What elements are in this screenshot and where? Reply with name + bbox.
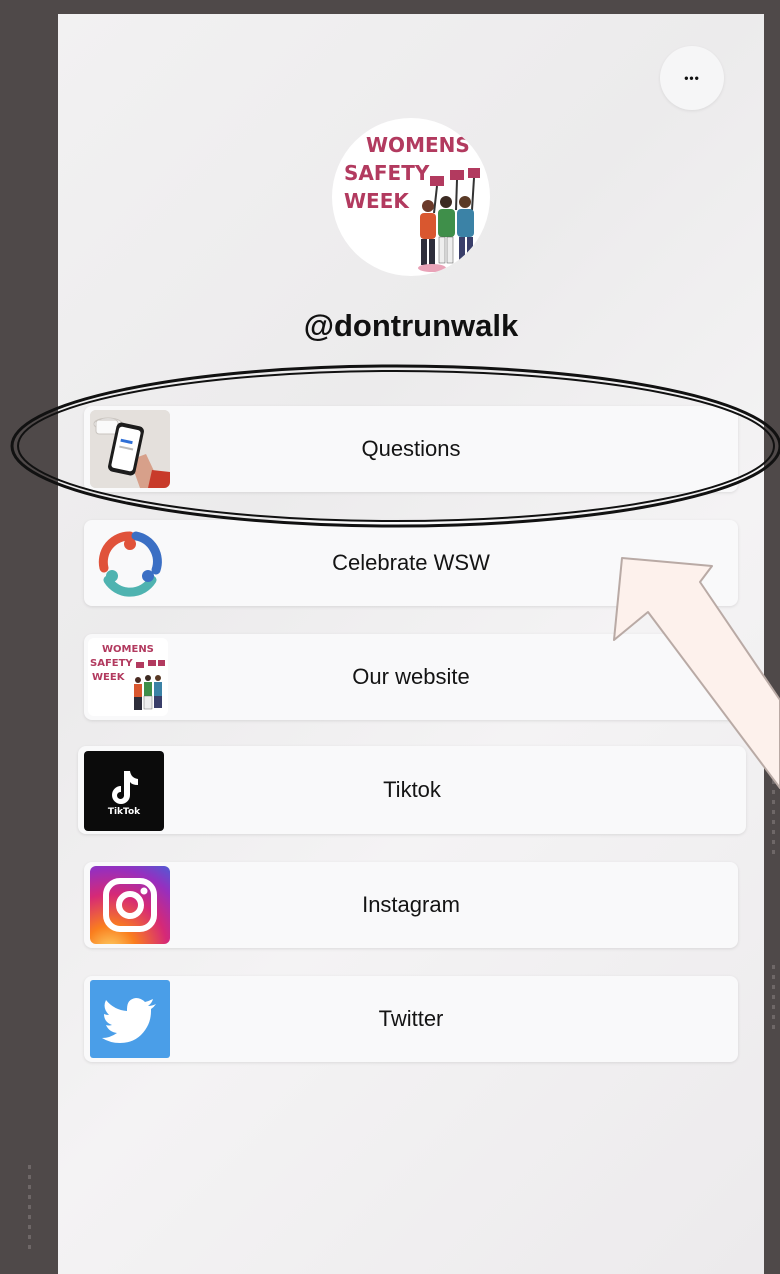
- profile-avatar[interactable]: WOMENS SAFETY WEEK: [332, 118, 490, 276]
- linktree-card: ••• WOMENS SAFETY WEEK @dontrunwalk Ques…: [58, 14, 764, 1274]
- link-celebrate-wsw[interactable]: Celebrate WSW: [84, 520, 738, 606]
- link-instagram-label: Instagram: [362, 892, 460, 917]
- link-questions-label: Questions: [361, 436, 461, 461]
- frame-dots-right: [772, 770, 775, 860]
- link-our-website-label: Our website: [352, 664, 470, 689]
- more-horizontal-icon: •••: [684, 71, 700, 85]
- logo-line-1: WOMENS: [366, 133, 470, 157]
- frame-dots-left: [28, 1165, 31, 1255]
- logo-line-2: SAFETY: [344, 161, 430, 185]
- link-our-website[interactable]: WOMENS SAFETY WEEK Our website: [84, 634, 738, 720]
- link-instagram[interactable]: Instagram: [84, 862, 738, 948]
- womens-safety-week-logo-icon: WOMENS SAFETY WEEK: [344, 133, 480, 272]
- frame-dots-right-lower: [772, 965, 775, 1035]
- link-twitter[interactable]: Twitter: [84, 976, 738, 1062]
- link-tiktok-label: Tiktok: [383, 777, 441, 802]
- link-tiktok[interactable]: TikTok Tiktok: [78, 746, 746, 834]
- more-options-button[interactable]: •••: [660, 46, 724, 110]
- link-questions[interactable]: Questions: [84, 406, 738, 492]
- logo-line-3: WEEK: [344, 189, 410, 213]
- link-celebrate-wsw-label: Celebrate WSW: [332, 550, 490, 575]
- profile-username[interactable]: @dontrunwalk: [58, 308, 764, 344]
- link-twitter-label: Twitter: [378, 1006, 444, 1031]
